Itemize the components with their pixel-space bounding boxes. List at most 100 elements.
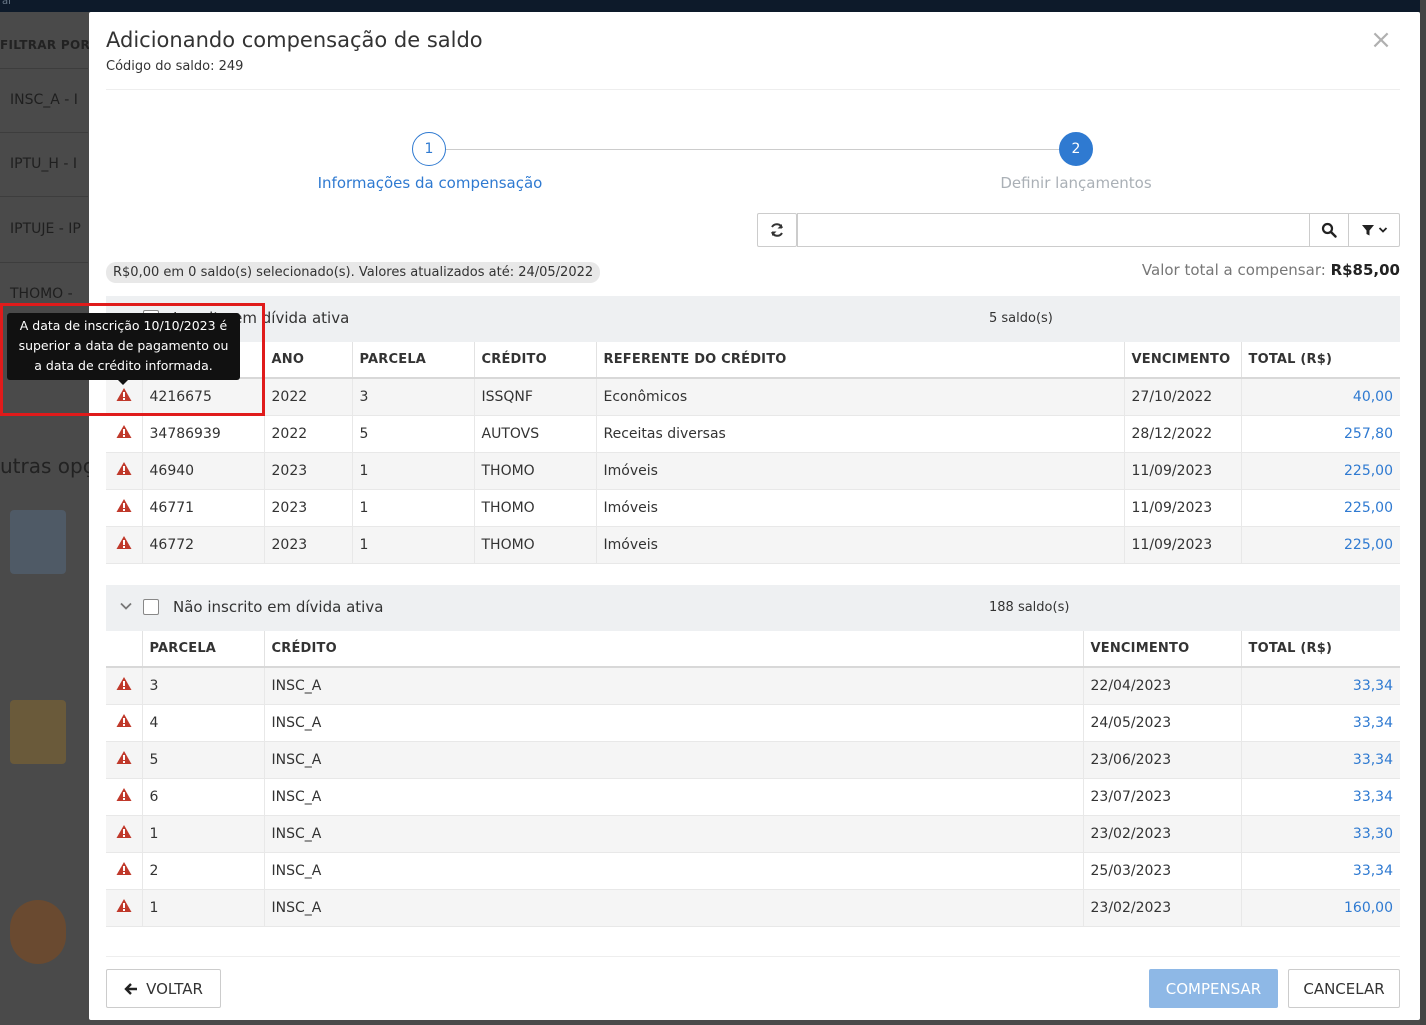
warning-cell[interactable] — [106, 452, 143, 490]
table-row[interactable]: 46940 2023 1 THOMO Imóveis 11/09/2023 225,00 — [106, 452, 1400, 490]
table-row[interactable]: 46771 2023 1 THOMO Imóveis 11/09/2023 225,00 — [106, 489, 1400, 527]
compensar-button[interactable]: COMPENSAR — [1149, 969, 1278, 1008]
cell-parcela: 1 — [142, 889, 265, 927]
cell-total-link[interactable]: 33,34 — [1241, 852, 1400, 890]
cell-referente: Imóveis — [596, 526, 1125, 564]
cancel-button[interactable]: CANCELAR — [1288, 969, 1400, 1008]
column-header[interactable]: TOTAL (R$) — [1241, 631, 1400, 668]
warning-cell[interactable] — [106, 667, 143, 705]
cell-total-link[interactable]: 33,30 — [1241, 815, 1400, 853]
modal-title: Adicionando compensação de saldo — [106, 28, 483, 52]
cell-total-link[interactable]: 225,00 — [1241, 526, 1400, 564]
step-1-label[interactable]: Informações da compensação — [315, 174, 545, 192]
table-row[interactable]: 2 INSC_A 25/03/2023 33,34 — [106, 852, 1400, 890]
background-right-strip — [1420, 0, 1426, 1025]
column-header[interactable]: PARCELA — [142, 631, 265, 668]
warning-triangle-icon[interactable] — [116, 898, 132, 913]
table-row[interactable]: 34786939 2022 5 AUTOVS Receitas diversas 28/1… — [106, 415, 1400, 453]
search-button[interactable] — [1309, 213, 1349, 247]
background-filter-label: FILTRAR POR — [0, 38, 90, 52]
warning-cell[interactable] — [106, 889, 143, 927]
column-header[interactable]: PARCELA — [352, 342, 475, 379]
warning-cell[interactable] — [106, 852, 143, 890]
cell-total-link[interactable]: 225,00 — [1241, 452, 1400, 490]
close-icon[interactable]: × — [1369, 27, 1393, 53]
back-button-label: VOLTAR — [146, 979, 203, 998]
background-row: THOMO - — [10, 286, 73, 302]
cell-total-link[interactable]: 33,34 — [1241, 778, 1400, 816]
cell-vencimento: 22/04/2023 — [1083, 667, 1242, 705]
column-header[interactable]: CRÉDITO — [264, 631, 1084, 668]
warning-triangle-icon[interactable] — [116, 461, 132, 476]
warning-triangle-icon[interactable] — [116, 676, 132, 691]
divider — [0, 262, 88, 263]
table-row[interactable]: 3 INSC_A 22/04/2023 33,34 — [106, 667, 1400, 705]
warning-cell[interactable] — [106, 778, 143, 816]
warning-cell[interactable] — [106, 815, 143, 853]
cell-inscrito: 46772 — [142, 526, 265, 564]
background-topbar-text: al — [2, 0, 11, 7]
arrow-left-icon — [124, 982, 138, 995]
cell-vencimento: 23/06/2023 — [1083, 741, 1242, 779]
column-header[interactable]: REFERENTE DO CRÉDITO — [596, 342, 1125, 379]
filter-dropdown-button[interactable] — [1348, 213, 1400, 247]
refresh-button[interactable] — [757, 213, 797, 247]
cell-total-link[interactable]: 33,34 — [1241, 741, 1400, 779]
cell-total-link[interactable]: 33,34 — [1241, 667, 1400, 705]
cell-total-link[interactable]: 33,34 — [1241, 704, 1400, 742]
column-header[interactable]: TOTAL (R$) — [1241, 342, 1400, 379]
warning-triangle-icon[interactable] — [116, 713, 132, 728]
warning-triangle-icon[interactable] — [116, 535, 132, 550]
warning-cell[interactable] — [106, 526, 143, 564]
cell-inscrito: 46940 — [142, 452, 265, 490]
table-row[interactable]: 1 INSC_A 23/02/2023 33,30 — [106, 815, 1400, 853]
cell-credito: THOMO — [474, 489, 597, 527]
table-row[interactable]: 4216675 2022 3 ISSQNF Econômicos 27/10/2022 40… — [106, 378, 1400, 416]
table-row[interactable]: 4 INSC_A 24/05/2023 33,34 — [106, 704, 1400, 742]
column-header[interactable]: VENCIMENTO — [1083, 631, 1242, 668]
cell-vencimento: 11/09/2023 — [1124, 452, 1242, 490]
warning-triangle-icon[interactable] — [116, 861, 132, 876]
group-header-inscrito[interactable]: Inscrito em dívida ativa 5 saldo(s) — [106, 296, 1400, 342]
chevron-down-icon[interactable] — [119, 599, 133, 613]
cell-total-link[interactable]: 257,80 — [1241, 415, 1400, 453]
table-row[interactable]: 1 INSC_A 23/02/2023 160,00 — [106, 889, 1400, 927]
table-row[interactable]: 5 INSC_A 23/06/2023 33,34 — [106, 741, 1400, 779]
step-1-circle[interactable]: 1 — [412, 132, 446, 166]
tooltip-arrow — [117, 379, 129, 385]
column-header[interactable]: VENCIMENTO — [1124, 342, 1242, 379]
cell-credito: THOMO — [474, 526, 597, 564]
step-2-circle[interactable]: 2 — [1059, 132, 1093, 166]
search-input[interactable] — [797, 213, 1310, 247]
warning-triangle-icon[interactable] — [116, 824, 132, 839]
cell-ano: 2023 — [264, 452, 353, 490]
table-row[interactable]: 6 INSC_A 23/07/2023 33,34 — [106, 778, 1400, 816]
warning-triangle-icon[interactable] — [116, 424, 132, 439]
group-header-nao-inscrito[interactable]: Não inscrito em dívida ativa 188 saldo(s… — [106, 585, 1400, 631]
cell-credito: INSC_A — [264, 852, 1084, 890]
group-checkbox-nao-inscrito[interactable] — [143, 599, 159, 615]
cell-parcela: 1 — [352, 452, 475, 490]
filter-icon — [1361, 225, 1374, 236]
cell-parcela: 1 — [352, 489, 475, 527]
modal-subtitle: Código do saldo: 249 — [106, 59, 244, 74]
back-button[interactable]: VOLTAR — [106, 969, 221, 1008]
column-header[interactable]: CRÉDITO — [474, 342, 597, 379]
warning-cell[interactable] — [106, 741, 143, 779]
column-header[interactable]: ANO — [264, 342, 353, 379]
warning-triangle-icon[interactable] — [116, 750, 132, 765]
warning-cell[interactable] — [106, 415, 143, 453]
cell-total-link[interactable]: 225,00 — [1241, 489, 1400, 527]
warning-triangle-icon[interactable] — [116, 498, 132, 513]
table-row[interactable]: 46772 2023 1 THOMO Imóveis 11/09/2023 225,00 — [106, 526, 1400, 564]
divider — [106, 956, 1400, 957]
cell-total-link[interactable]: 160,00 — [1241, 889, 1400, 927]
cell-total-link[interactable]: 40,00 — [1241, 378, 1400, 416]
warning-cell[interactable] — [106, 489, 143, 527]
chevron-down-icon — [1378, 227, 1387, 233]
warning-triangle-icon[interactable] — [116, 387, 132, 402]
warning-cell[interactable] — [106, 704, 143, 742]
cell-vencimento: 11/09/2023 — [1124, 526, 1242, 564]
cell-vencimento: 11/09/2023 — [1124, 489, 1242, 527]
warning-triangle-icon[interactable] — [116, 787, 132, 802]
